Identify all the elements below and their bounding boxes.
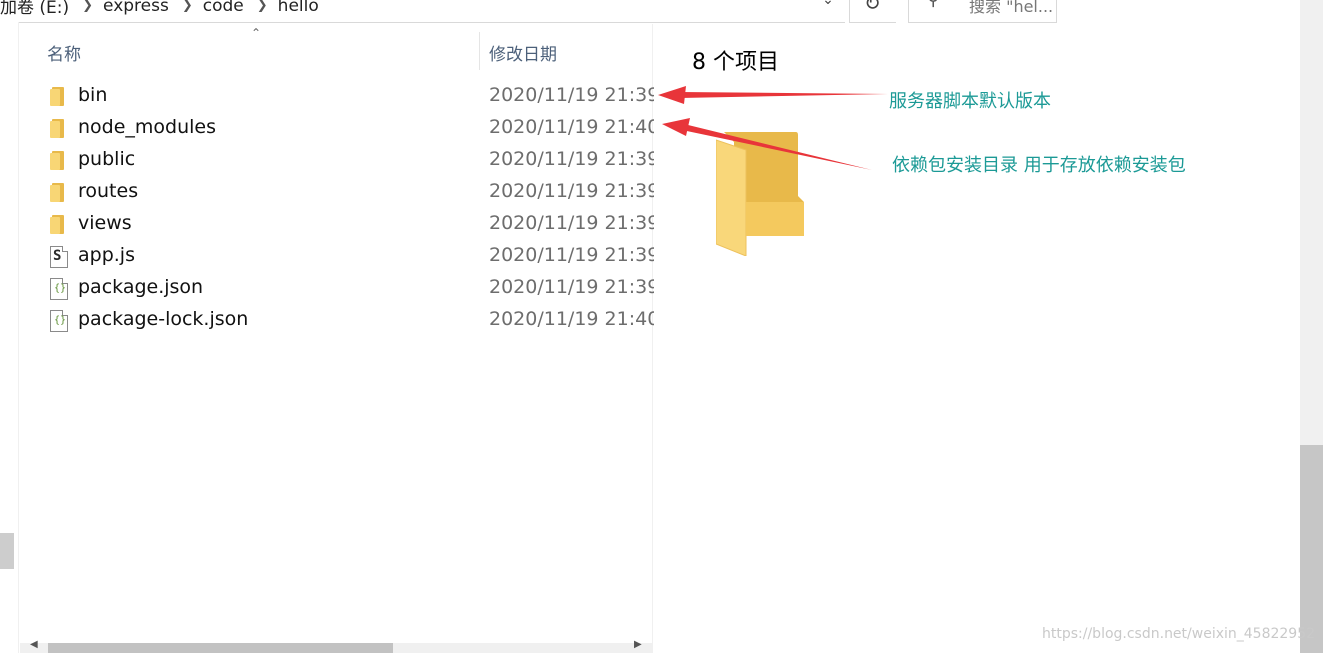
address-history-dropdown-icon[interactable]: ⌄ (818, 0, 838, 12)
sort-ascending-icon: ⌃ (251, 26, 262, 40)
refresh-button[interactable]: ↻ (849, 0, 896, 23)
column-divider[interactable] (479, 32, 480, 70)
scroll-right-icon[interactable]: ▶ (634, 639, 642, 650)
file-modified: 2020/11/19 21:40 (489, 116, 660, 138)
file-name: views (78, 212, 132, 234)
chevron-right-icon[interactable]: ❯ (257, 0, 268, 13)
search-placeholder: 搜索 "hel... (969, 0, 1054, 16)
chevron-right-icon[interactable]: ❯ (182, 0, 193, 13)
json-file-icon: {} (50, 278, 68, 300)
folder-icon (50, 214, 68, 234)
address-bar[interactable]: 加卷 (E:) ❯ express ❯ code ❯ hello ⌄ (0, 0, 845, 23)
file-modified: 2020/11/19 21:39 (489, 148, 660, 170)
file-name: public (78, 148, 136, 170)
folder-icon (50, 118, 68, 138)
file-modified: 2020/11/19 21:39 (489, 180, 660, 202)
navigation-pane-scrollbar-thumb[interactable] (0, 533, 14, 569)
file-name: bin (78, 84, 108, 106)
file-row-app-js[interactable]: S app.js 2020/11/19 21:39 (20, 240, 659, 272)
folder-icon (50, 86, 68, 106)
js-file-icon: S (50, 246, 68, 268)
item-count: 8 个项目 (692, 50, 779, 75)
file-name: node_modules (78, 116, 217, 138)
file-row-public[interactable]: public 2020/11/19 21:39 (20, 144, 659, 176)
column-header-name[interactable]: 名称 (47, 40, 81, 65)
file-name: package.json (78, 276, 204, 298)
file-name: routes (78, 180, 139, 202)
file-modified: 2020/11/19 21:39 (489, 276, 660, 298)
breadcrumb-item[interactable]: 加卷 (E:) (0, 0, 69, 18)
search-input[interactable]: ⚲ 搜索 "hel... (908, 0, 1057, 23)
horizontal-scrollbar[interactable]: ◀ ▶ (20, 639, 652, 653)
search-icon: ⚲ (927, 0, 940, 10)
file-row-bin[interactable]: bin 2020/11/19 21:39 (20, 80, 659, 112)
vertical-scrollbar[interactable] (1300, 0, 1323, 653)
vertical-scrollbar-thumb[interactable] (1300, 445, 1323, 653)
annotation-bin: 服务器脚本默认版本 (889, 91, 1051, 112)
navigation-pane[interactable] (0, 22, 19, 653)
annotation-node-modules: 依赖包安装目录 用于存放依赖安装包 (892, 155, 1186, 176)
breadcrumb-item[interactable]: hello (278, 0, 319, 16)
breadcrumb-item[interactable]: code (203, 0, 244, 16)
file-row-routes[interactable]: routes 2020/11/19 21:39 (20, 176, 659, 208)
breadcrumb-item[interactable]: express (103, 0, 169, 16)
large-folder-icon (716, 132, 804, 256)
breadcrumb: 加卷 (E:) ❯ express ❯ code ❯ hello (0, 0, 319, 18)
file-modified: 2020/11/19 21:39 (489, 84, 660, 106)
preview-pane: 8 个项目 (654, 24, 1300, 653)
file-row-package-json[interactable]: {} package.json 2020/11/19 21:39 (20, 272, 659, 304)
file-row-views[interactable]: views 2020/11/19 21:39 (20, 208, 659, 240)
file-modified: 2020/11/19 21:40 (489, 308, 660, 330)
json-file-icon: {} (50, 310, 68, 332)
file-modified: 2020/11/19 21:39 (489, 244, 660, 266)
chevron-right-icon[interactable]: ❯ (82, 0, 93, 13)
file-row-package-lock-json[interactable]: {} package-lock.json 2020/11/19 21:40 (20, 304, 659, 336)
refresh-icon: ↻ (864, 0, 881, 15)
horizontal-scrollbar-thumb[interactable] (48, 643, 393, 653)
folder-icon (50, 182, 68, 202)
column-headers: ⌃ 名称 修改日期 (20, 24, 652, 74)
file-row-node-modules[interactable]: node_modules 2020/11/19 21:40 (20, 112, 659, 144)
scroll-left-icon[interactable]: ◀ (30, 639, 38, 650)
folder-icon (50, 150, 68, 170)
watermark: https://blog.csdn.net/weixin_45822952 (1042, 626, 1316, 642)
file-modified: 2020/11/19 21:39 (489, 212, 660, 234)
file-name: package-lock.json (78, 308, 249, 330)
file-name: app.js (78, 244, 135, 266)
column-header-modified[interactable]: 修改日期 (489, 40, 557, 65)
file-list: ⌃ 名称 修改日期 bin 2020/11/19 21:39 node_modu… (20, 24, 659, 653)
